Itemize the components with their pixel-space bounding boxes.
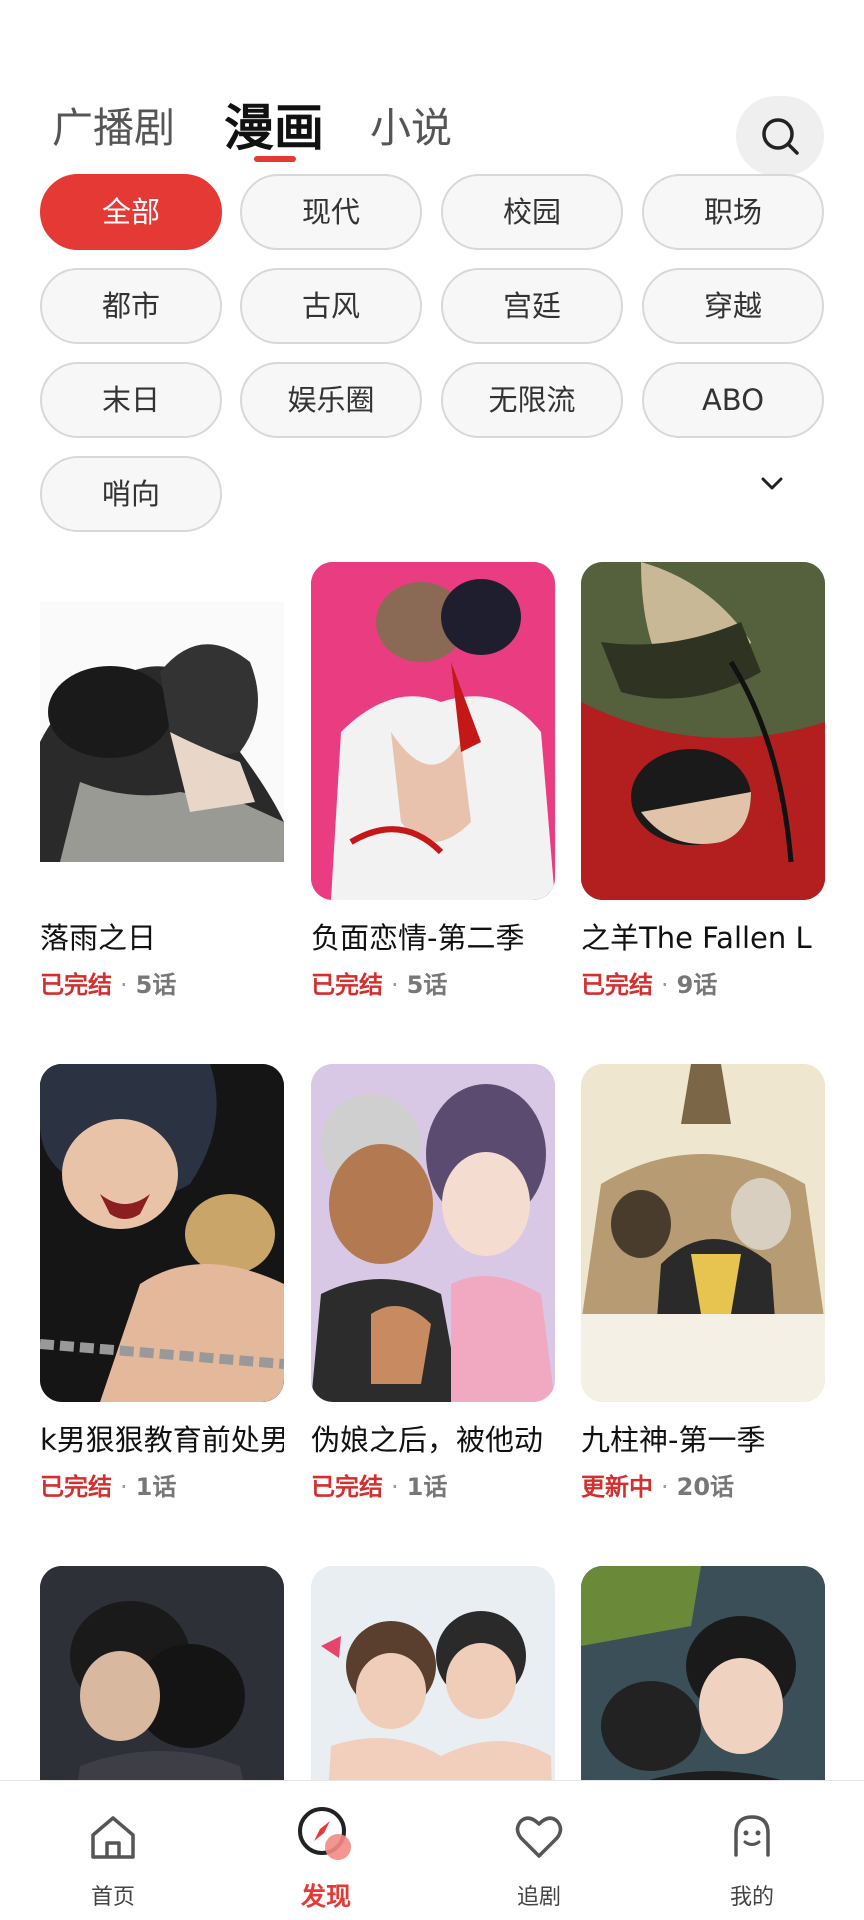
chip-modern[interactable]: 现代	[240, 174, 422, 250]
tab-radio-drama[interactable]: 广播剧	[52, 92, 175, 164]
comic-cover[interactable]	[311, 1064, 555, 1402]
nav-home-label: 首页	[90, 1885, 135, 1910]
nav-discover-label: 发现	[300, 1882, 351, 1911]
chip-urban[interactable]: 都市	[40, 268, 222, 344]
comic-cover[interactable]	[40, 1064, 284, 1402]
chip-all[interactable]: 全部	[40, 174, 222, 250]
chip-apocalypse[interactable]: 末日	[40, 362, 222, 438]
chip-time-travel[interactable]: 穿越	[642, 268, 824, 344]
meta-separator: ·	[120, 1473, 128, 1501]
home-icon	[91, 1816, 135, 1859]
comic-episode-count: 20话	[676, 1473, 735, 1501]
comic-title: 负面恋情-第二季	[311, 921, 525, 955]
active-tab-indicator	[254, 156, 296, 162]
comic-card[interactable]: 九柱神-第一季 更新中 · 20话	[581, 1064, 825, 1504]
comic-meta: 已完结 · 5话	[40, 968, 284, 1002]
nav-follow[interactable]: 追剧	[431, 1781, 647, 1920]
bottom-navigation: 首页 发现 追剧 我的	[0, 1780, 864, 1920]
comic-status: 已完结	[311, 1473, 383, 1501]
comic-episode-count: 1话	[406, 1473, 448, 1501]
comic-card[interactable]: 伪娘之后，被他动 已完结 · 1话	[311, 1064, 555, 1504]
chip-ancient[interactable]: 古风	[240, 268, 422, 344]
nav-profile[interactable]: 我的	[644, 1781, 860, 1920]
meta-separator: ·	[120, 971, 128, 999]
nav-profile-label: 我的	[729, 1885, 774, 1910]
compass-icon	[298, 1807, 351, 1860]
chip-campus[interactable]: 校园	[441, 174, 623, 250]
meta-separator: ·	[391, 1473, 399, 1501]
chip-workplace[interactable]: 职场	[642, 174, 824, 250]
nav-home[interactable]: 首页	[5, 1781, 221, 1920]
comic-status: 已完结	[40, 1473, 112, 1501]
comic-episode-count: 5话	[135, 971, 177, 999]
comic-meta: 已完结 · 5话	[311, 968, 555, 1002]
comic-title: 伪娘之后，被他动	[311, 1423, 544, 1457]
comic-card[interactable]: 负面恋情-第二季 已完结 · 5话	[311, 562, 555, 1002]
meta-separator: ·	[391, 971, 399, 999]
comic-status: 更新中	[581, 1473, 653, 1501]
comic-meta: 已完结 · 1话	[40, 1470, 284, 1504]
chevron-down-icon[interactable]	[752, 464, 792, 504]
comic-cover[interactable]	[40, 562, 284, 900]
comic-episode-count: 1话	[135, 1473, 177, 1501]
comic-meta: 更新中 · 20话	[581, 1470, 825, 1504]
search-button[interactable]	[736, 96, 824, 176]
comic-cover[interactable]	[311, 562, 555, 900]
chip-abo[interactable]: ABO	[642, 362, 824, 438]
chip-palace[interactable]: 宫廷	[441, 268, 623, 344]
comic-episode-count: 5话	[406, 971, 448, 999]
nav-follow-label: 追剧	[516, 1885, 561, 1910]
comic-title: 九柱神-第一季	[581, 1423, 766, 1457]
profile-icon	[734, 1815, 770, 1857]
heart-icon	[515, 1816, 563, 1858]
search-icon	[762, 118, 799, 155]
nav-discover[interactable]: 发现	[218, 1781, 434, 1920]
chip-infinite-flow[interactable]: 无限流	[441, 362, 623, 438]
comic-meta: 已完结 · 1话	[311, 1470, 555, 1504]
meta-separator: ·	[661, 1473, 669, 1501]
comic-title: k男狠狠教育前处男	[40, 1423, 284, 1457]
comic-status: 已完结	[40, 971, 112, 999]
comic-card[interactable]: k男狠狠教育前处男 已完结 · 1话	[40, 1064, 284, 1504]
comic-meta: 已完结 · 9话	[581, 968, 825, 1002]
comic-card[interactable]: 落雨之日 已完结 · 5话	[40, 562, 284, 1002]
comic-card[interactable]: 之羊The Fallen L 已完结 · 9话	[581, 562, 825, 1002]
chip-sentinel-guide[interactable]: 哨向	[40, 456, 222, 532]
meta-separator: ·	[661, 971, 669, 999]
tab-novels[interactable]: 小说	[370, 92, 452, 164]
comic-episode-count: 9话	[676, 971, 718, 999]
comic-status: 已完结	[311, 971, 383, 999]
comic-cover[interactable]	[581, 1064, 825, 1402]
chip-entertainment[interactable]: 娱乐圈	[240, 362, 422, 438]
content-type-tabs: 广播剧 漫画 小说	[52, 92, 812, 172]
comic-title: 落雨之日	[40, 921, 157, 955]
comic-title: 之羊The Fallen L	[581, 921, 812, 955]
comic-cover[interactable]	[581, 562, 825, 900]
tab-comics[interactable]: 漫画	[224, 92, 324, 164]
comic-status: 已完结	[581, 971, 653, 999]
